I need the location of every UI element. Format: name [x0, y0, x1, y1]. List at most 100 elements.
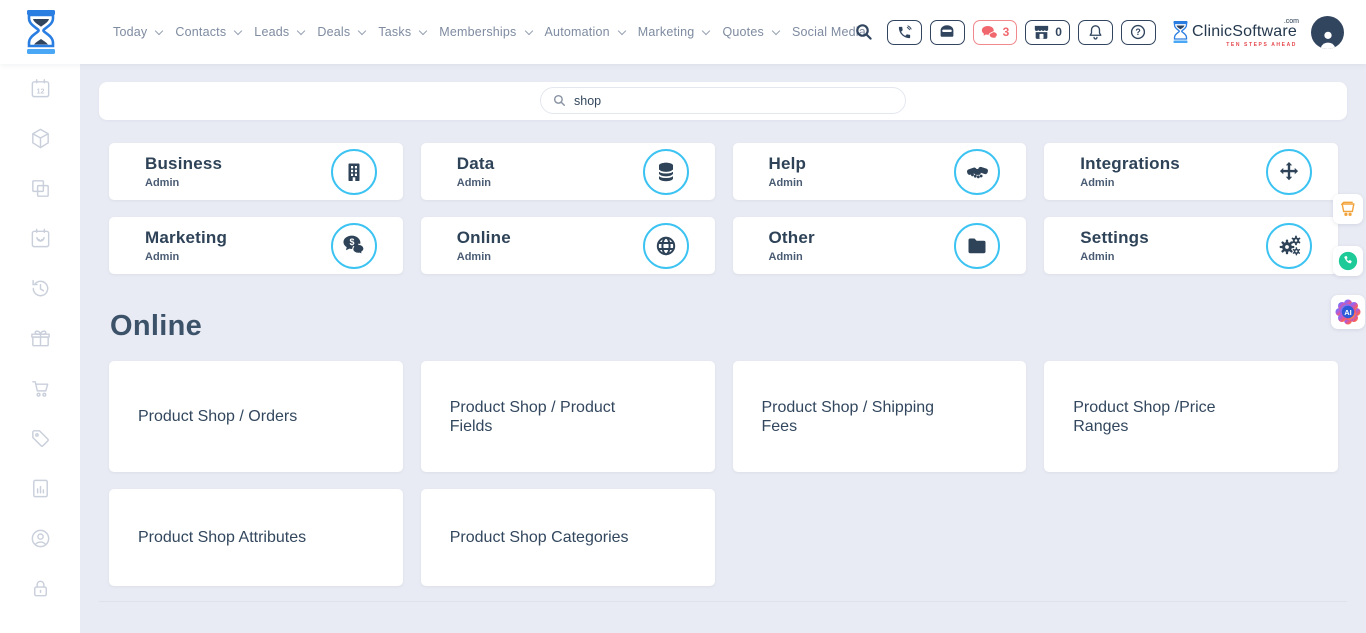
- category-card-marketing[interactable]: Marketing Admin $: [109, 217, 403, 274]
- search-field[interactable]: [540, 87, 906, 114]
- store-button[interactable]: 0: [1025, 20, 1070, 45]
- folder-icon: [954, 223, 1000, 269]
- person-icon: [1317, 29, 1339, 49]
- chevron-down-icon: [155, 26, 163, 34]
- sidebar-item-pages[interactable]: [28, 176, 52, 200]
- sidebar-item-reports[interactable]: [28, 476, 52, 500]
- chat-count-badge: 3: [1003, 25, 1010, 39]
- topbar: Today Contacts Leads Deals Tasks Members…: [0, 0, 1366, 64]
- topbar-actions: 3 0 ?: [851, 0, 1344, 64]
- card-product-shop-product-fields[interactable]: Product Shop / Product Fields: [421, 361, 715, 472]
- category-subtitle: Admin: [769, 251, 815, 263]
- search-icon[interactable]: [851, 19, 877, 45]
- svg-text:?: ?: [1136, 27, 1141, 37]
- category-subtitle: Admin: [457, 177, 495, 189]
- card-label: Product Shop / Product Fields: [450, 398, 648, 436]
- user-circle-icon: [29, 527, 52, 550]
- search-bar: [99, 82, 1347, 120]
- history-icon: [29, 277, 52, 300]
- ai-icon: AI: [1335, 299, 1361, 325]
- floating-cart-button[interactable]: [1333, 194, 1363, 224]
- svg-text:AI: AI: [1344, 308, 1352, 317]
- svg-text:$: $: [350, 237, 355, 247]
- nav-item-leads[interactable]: Leads: [254, 25, 304, 39]
- chevron-down-icon: [234, 26, 242, 34]
- store-icon: [1033, 25, 1050, 40]
- category-card-online[interactable]: Online Admin: [421, 217, 715, 274]
- chat-bubbles-icon: [981, 25, 998, 39]
- chat-button[interactable]: 3: [973, 20, 1018, 45]
- search-icon: [553, 94, 566, 107]
- category-card-integrations[interactable]: Integrations Admin: [1044, 143, 1338, 200]
- online-items-row-2: Product Shop Attributes Product Shop Cat…: [109, 489, 1338, 586]
- brand-tld: .com: [1284, 18, 1299, 25]
- brand-tagline: TEN STEPS AHEAD: [1226, 43, 1297, 48]
- chevron-down-icon: [358, 26, 366, 34]
- hourglass-logo-icon: [24, 8, 58, 56]
- sidebar-item-account[interactable]: [28, 526, 52, 550]
- card-product-shop-categories[interactable]: Product Shop Categories: [421, 489, 715, 586]
- category-title: Settings: [1080, 228, 1149, 248]
- sidebar-item-tags[interactable]: [28, 426, 52, 450]
- nav-item-marketing[interactable]: Marketing: [638, 25, 710, 39]
- move-arrows-icon: [1266, 149, 1312, 195]
- whatsapp-icon: [1337, 250, 1359, 272]
- category-title: Other: [769, 228, 815, 248]
- sidebar-item-bookings[interactable]: [28, 226, 52, 250]
- main-content: Business Admin Data Admin: [80, 64, 1366, 633]
- search-input[interactable]: [574, 94, 893, 108]
- bell-icon: [1088, 24, 1103, 40]
- handshake-icon: [954, 149, 1000, 195]
- category-card-data[interactable]: Data Admin: [421, 143, 715, 200]
- phone-button[interactable]: [887, 20, 922, 45]
- inbox-icon: [939, 25, 955, 39]
- sidebar-item-gifts[interactable]: [28, 326, 52, 350]
- help-button[interactable]: ?: [1121, 20, 1156, 45]
- card-product-shop-shipping-fees[interactable]: Product Shop / Shipping Fees: [733, 361, 1027, 472]
- sidebar-item-products[interactable]: [28, 126, 52, 150]
- nav-item-tasks[interactable]: Tasks: [378, 25, 426, 39]
- notifications-button[interactable]: [1078, 20, 1113, 45]
- report-icon: [29, 477, 52, 500]
- chevron-down-icon: [297, 26, 305, 34]
- inbox-button[interactable]: [930, 20, 965, 45]
- lock-icon: [29, 577, 52, 600]
- nav-item-quotes[interactable]: Quotes: [722, 25, 779, 39]
- app-logo[interactable]: [24, 8, 58, 56]
- nav-item-memberships[interactable]: Memberships: [439, 25, 531, 39]
- user-avatar[interactable]: [1311, 16, 1344, 49]
- card-product-shop-attributes[interactable]: Product Shop Attributes: [109, 489, 403, 586]
- brand-logo[interactable]: ClinicSoftware .com TEN STEPS AHEAD: [1172, 20, 1297, 44]
- category-card-settings[interactable]: Settings Admin: [1044, 217, 1338, 274]
- content-divider: [99, 601, 1347, 602]
- card-label: Product Shop / Shipping Fees: [762, 398, 960, 436]
- sidebar-item-shop[interactable]: [28, 376, 52, 400]
- floating-whatsapp-button[interactable]: [1333, 246, 1363, 276]
- sidebar-item-security[interactable]: [28, 576, 52, 600]
- nav-item-deals[interactable]: Deals: [317, 25, 365, 39]
- calendar-icon: 12: [29, 77, 52, 100]
- sidebar-item-calendar[interactable]: 12: [28, 76, 52, 100]
- database-icon: [643, 149, 689, 195]
- building-icon: [331, 149, 377, 195]
- category-card-business[interactable]: Business Admin: [109, 143, 403, 200]
- nav-item-automation[interactable]: Automation: [545, 25, 625, 39]
- chevron-down-icon: [524, 26, 532, 34]
- online-items-row-1: Product Shop / Orders Product Shop / Pro…: [109, 361, 1338, 472]
- gift-icon: [29, 327, 52, 350]
- card-product-shop-orders[interactable]: Product Shop / Orders: [109, 361, 403, 472]
- category-title: Help: [769, 154, 807, 174]
- nav-item-contacts[interactable]: Contacts: [175, 25, 241, 39]
- comment-dollar-icon: $: [331, 223, 377, 269]
- card-label: Product Shop /Price Ranges: [1073, 398, 1271, 436]
- floating-ai-assistant-button[interactable]: AI: [1331, 295, 1365, 329]
- category-title: Business: [145, 154, 222, 174]
- category-subtitle: Admin: [769, 177, 807, 189]
- card-product-shop-price-ranges[interactable]: Product Shop /Price Ranges: [1044, 361, 1338, 472]
- nav-item-today[interactable]: Today: [113, 25, 162, 39]
- category-card-other[interactable]: Other Admin: [733, 217, 1027, 274]
- card-label: Product Shop Categories: [450, 528, 629, 547]
- sidebar-item-history[interactable]: [28, 276, 52, 300]
- section-title: Online: [110, 310, 202, 343]
- category-card-help[interactable]: Help Admin: [733, 143, 1027, 200]
